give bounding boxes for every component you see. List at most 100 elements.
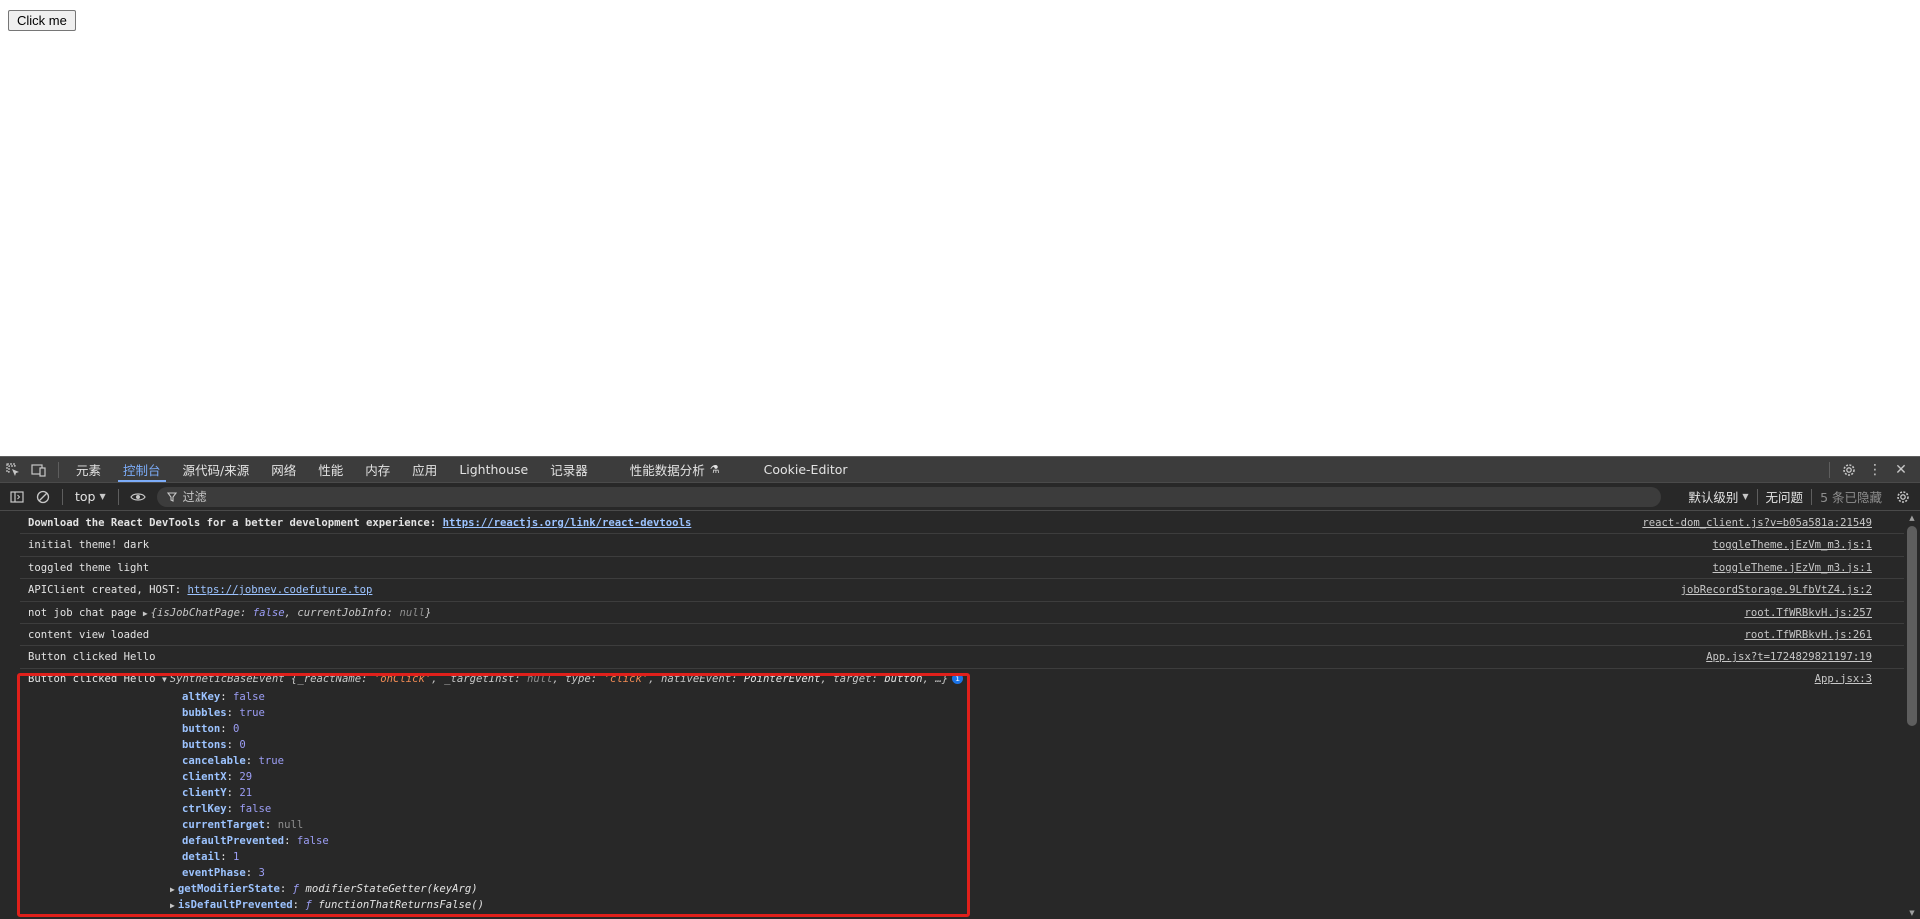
context-selector[interactable]: top ▼ [69,489,112,504]
preview-value: 'click' [603,672,649,685]
property-key: defaultPrevented [182,834,285,847]
toolbar-divider [117,488,119,505]
caret-down-icon: ▼ [99,492,106,501]
property-key: ctrlKey [182,802,227,815]
tab-cookie-editor[interactable]: Cookie-Editor [753,457,859,482]
property-separator: : [220,850,234,863]
tab-application[interactable]: 应用 [401,457,448,482]
message-link[interactable]: https://reactjs.org/link/react-devtools [443,517,692,529]
scroll-up-arrow-icon[interactable]: ▲ [1907,514,1917,522]
message-link[interactable]: https://jobnev.codefuture.top [187,584,372,596]
message-source-link[interactable]: toggleTheme.jEzVm_m3.js:1 [1713,557,1872,579]
property-separator: : [279,882,293,895]
tab-performance[interactable]: 性能 [307,457,354,482]
property-value: 29 [239,770,253,783]
filter-funnel-icon [166,487,177,506]
property-separator: : [220,690,234,703]
preview-value: null [399,606,425,619]
console-message: initial theme! dark toggleTheme.jEzVm_m3… [20,534,1904,557]
filter-input[interactable] [182,489,583,504]
tab-lighthouse[interactable]: Lighthouse [448,457,539,482]
preview-value: button [884,672,923,685]
event-object-preview[interactable]: SyntheticBaseEvent {_reactName: 'onClick… [170,673,948,685]
function-keyword: ƒ [305,898,312,911]
event-function-property-row[interactable]: ▶ isDefaultPrevented: ƒ functionThatRetur… [170,897,1904,913]
property-key: button [182,722,221,735]
devtools-tabbar: 元素 控制台 源代码/来源 网络 性能 内存 应用 Lighthouse 记录器… [0,456,1920,483]
device-toolbar-icon[interactable] [26,457,52,483]
property-value: true [258,754,285,767]
message-source-link[interactable]: App.jsx:3 [1815,669,1872,689]
preview-value: PointerEvent [743,672,821,685]
preview-key: type [565,672,591,685]
settings-gear-icon[interactable] [1836,457,1862,483]
live-expression-eye-icon[interactable] [125,484,151,510]
expand-triangle-icon[interactable]: ▶ [170,885,175,894]
property-separator: : [226,738,240,751]
message-source-link[interactable]: root.TfWRBkvH.js:257 [1744,602,1872,624]
toolbar-divider [62,488,63,505]
issues-button[interactable]: 无问题 [1758,487,1812,506]
devtools-tabs: 元素 控制台 源代码/来源 网络 性能 内存 应用 Lighthouse 记录器… [65,457,859,482]
scroll-down-arrow-icon[interactable]: ▼ [1907,909,1917,917]
console-message: Button clicked Hello App.jsx?t=172482982… [20,646,1904,669]
collapse-triangle-icon[interactable]: ▼ [162,675,167,684]
message-text: Button clicked Hello [28,672,162,685]
tab-network[interactable]: 网络 [260,457,307,482]
tab-memory[interactable]: 内存 [354,457,401,482]
close-icon[interactable]: ✕ [1888,457,1914,483]
property-key: clientY [182,786,227,799]
object-preview[interactable]: {isJobChatPage: false, currentJobInfo: n… [151,607,432,619]
property-key: getModifierState [177,882,280,895]
hidden-count: 5 条已隐藏 [1820,490,1882,505]
console-scrollbar[interactable]: ▲ ▼ [1904,512,1920,919]
message-source-link[interactable]: App.jsx?t=1724829821197:19 [1706,646,1872,668]
message-text: toggled theme light [28,561,150,574]
inspect-element-icon[interactable] [0,457,26,483]
flask-icon: ⚗ [709,463,720,476]
sidebar-toggle-icon[interactable] [4,484,30,510]
property-key: cancelable [182,754,246,767]
scrollbar-thumb[interactable] [1907,526,1917,726]
preview-key: target [833,672,872,685]
tab-recorder[interactable]: 记录器 [539,457,599,482]
toolbar-right: 默认级别 ▼ 无问题 5 条已隐藏 [1680,483,1916,510]
property-value: 0 [239,738,246,751]
tab-console[interactable]: 控制台 [112,457,172,482]
event-class-name: SyntheticBaseEvent [169,672,285,685]
tab-sources[interactable]: 源代码/来源 [172,457,261,482]
more-options-icon[interactable]: ⋮ [1862,457,1888,483]
console-settings-gear-icon[interactable] [1890,484,1916,510]
preview-ellipsis: … [935,672,942,685]
event-property-row: eventPhase: 3 [182,865,1904,881]
console-message: Download the React DevTools for a better… [20,512,1904,535]
console-toolbar: top ▼ 默认级别 ▼ 无问题 5 条已隐藏 [0,483,1920,511]
expand-triangle-icon[interactable]: ▶ [170,901,175,910]
property-separator: : [226,786,240,799]
event-property-row: button: 0 [182,721,1904,737]
expand-triangle-icon[interactable]: ▶ [143,609,148,618]
property-value: 21 [239,786,253,799]
log-levels-dropdown[interactable]: 默认级别 ▼ [1680,487,1756,506]
tab-performance-insights[interactable]: 性能数据分析 ⚗ [619,457,731,482]
devtools-panel: 元素 控制台 源代码/来源 网络 性能 内存 应用 Lighthouse 记录器… [0,456,1920,919]
property-key: buttons [182,738,227,751]
message-text: content view loaded [28,628,150,641]
message-source-link[interactable]: root.TfWRBkvH.js:261 [1744,624,1872,646]
message-source-link[interactable]: jobRecordStorage.9LfbVtZ4.js:2 [1681,579,1872,601]
property-key: detail [182,850,221,863]
property-key: altKey [182,690,221,703]
event-message-head: Button clicked Hello ▼ SyntheticBaseEvent… [28,669,1904,689]
click-me-button[interactable]: Click me [8,10,76,31]
clear-console-icon[interactable] [30,484,56,510]
info-icon[interactable]: i [952,673,964,685]
message-source-link[interactable]: react-dom_client.js?v=b05a581a:21549 [1642,512,1872,534]
message-source-link[interactable]: toggleTheme.jEzVm_m3.js:1 [1713,534,1872,556]
filter-box[interactable] [156,486,1661,507]
property-value: 3 [258,866,265,879]
event-property-row: defaultPrevented: false [182,833,1904,849]
event-function-property-row[interactable]: ▶ getModifierState: ƒ modifierStateGetter… [170,881,1904,897]
preview-key: nativeEvent [660,672,732,685]
tab-performance-insights-label: 性能数据分析 [629,463,705,478]
tab-elements[interactable]: 元素 [65,457,112,482]
